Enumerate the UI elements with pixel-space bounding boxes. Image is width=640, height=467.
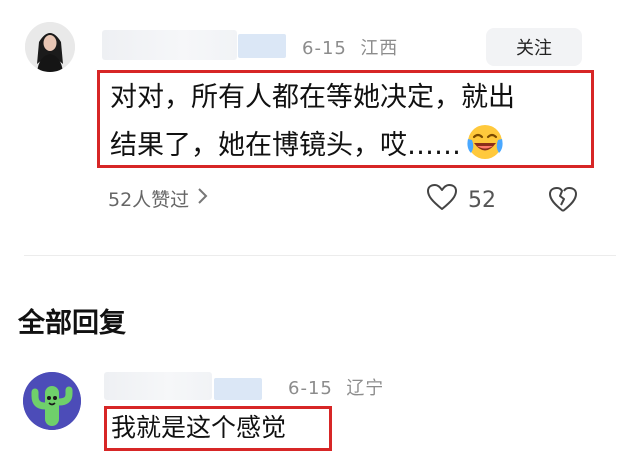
comment-text-line2: 结果了，她在博镜头，哎…… — [110, 122, 590, 170]
reply-location: 辽宁 — [346, 378, 385, 399]
cactus-avatar-icon — [23, 372, 81, 430]
divider — [24, 255, 616, 256]
replies-section-title: 全部回复 — [18, 308, 126, 339]
heart-icon — [426, 183, 458, 217]
username-blurred[interactable] — [102, 30, 237, 60]
reply-text: 我就是这个感觉 — [111, 413, 287, 442]
follow-button[interactable]: 关注 — [486, 28, 582, 66]
comment-meta: 6-15 江西 — [302, 34, 398, 60]
laughing-crying-emoji-icon — [465, 122, 505, 162]
reply-username-blurred[interactable] — [104, 372, 212, 400]
comment-location: 江西 — [360, 38, 399, 59]
avatar[interactable] — [25, 22, 75, 72]
reply-username-blurred-badge — [214, 378, 262, 400]
comment-text-line1: 对对，所有人都在等她决定，就出 — [110, 82, 515, 113]
avatar[interactable] — [23, 372, 81, 430]
broken-heart-icon[interactable] — [548, 184, 578, 214]
likers-link[interactable]: 52人赞过 — [108, 185, 209, 212]
reply-meta: 6-15 辽宁 — [288, 374, 384, 400]
comment-date: 6-15 — [302, 38, 347, 59]
like-count: 52 — [468, 187, 496, 213]
user-avatar-image — [25, 22, 75, 72]
comment-text-line2-content: 结果了，她在博镜头，哎…… — [110, 130, 461, 161]
username-blurred-badge — [238, 34, 286, 58]
like-button[interactable]: 52 — [426, 183, 496, 217]
reply-date: 6-15 — [288, 378, 333, 399]
likers-text: 52人赞过 — [108, 189, 190, 211]
chevron-right-icon — [197, 187, 209, 210]
